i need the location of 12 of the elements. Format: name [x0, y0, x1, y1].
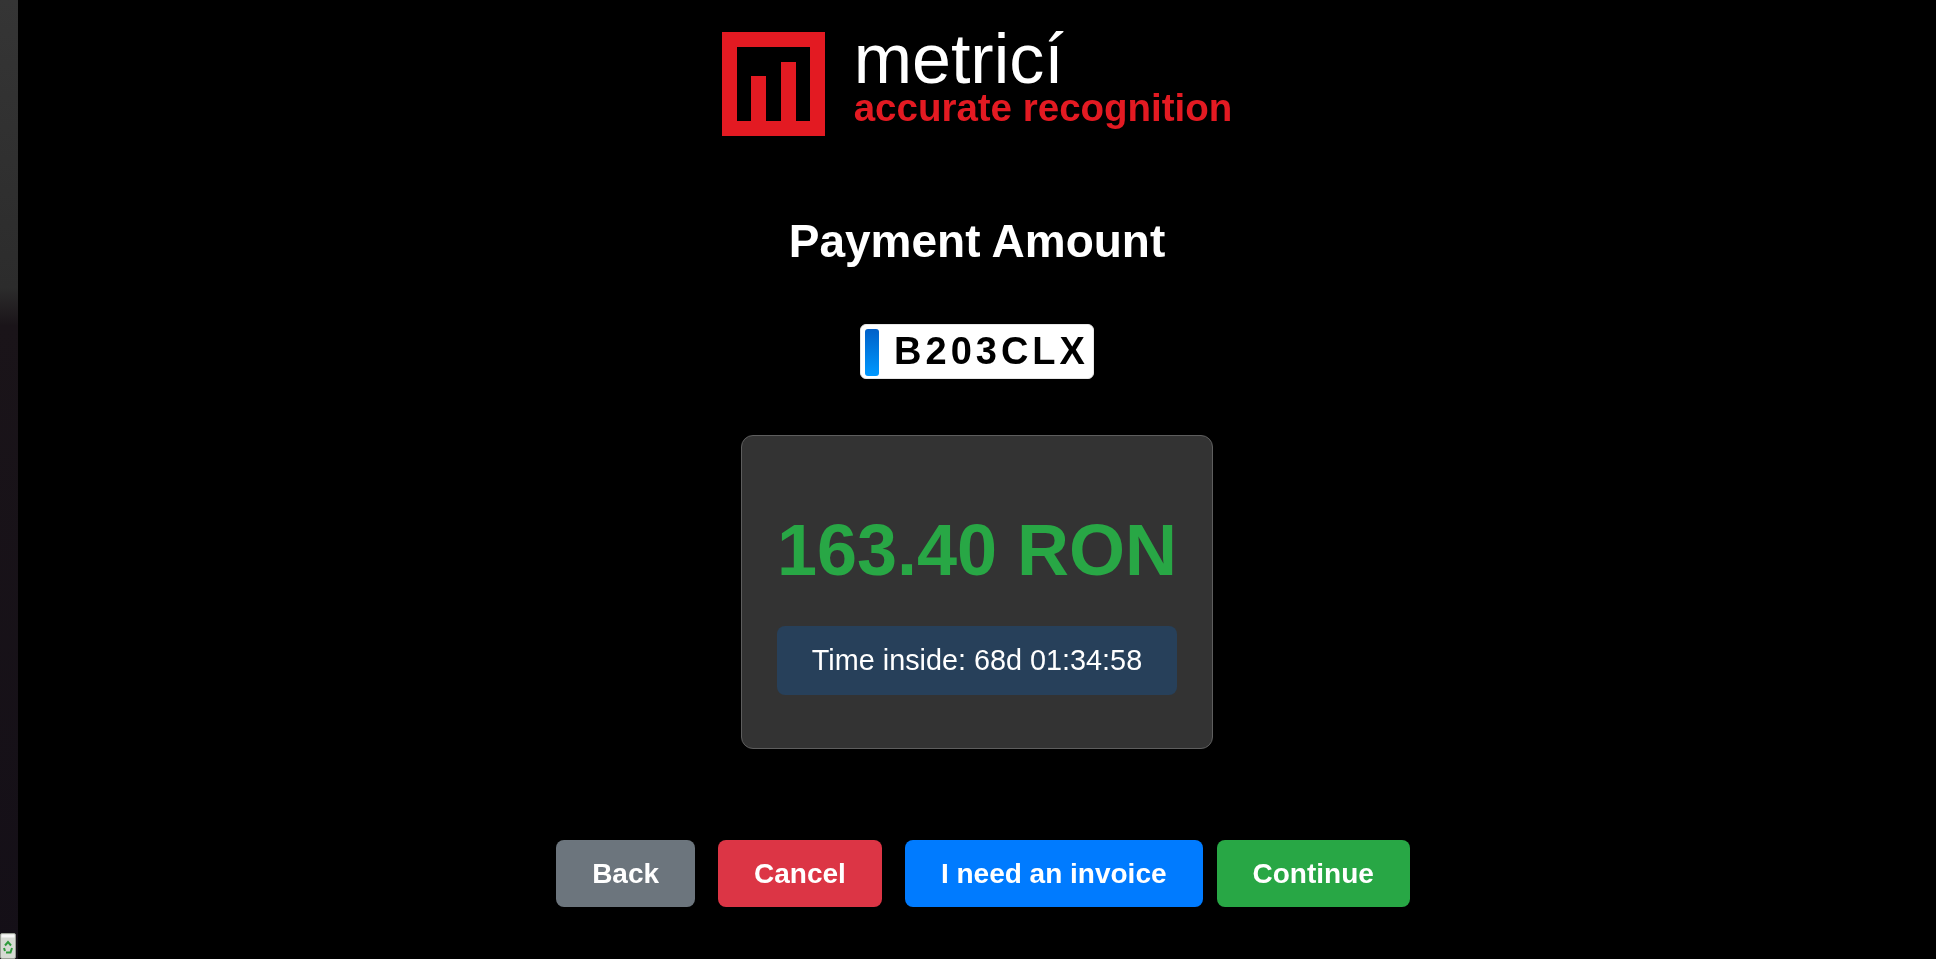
time-inside-info: Time inside: 68d 01:34:58	[776, 626, 1178, 695]
logo-wordmark: metricí	[853, 28, 1064, 90]
recycle-icon[interactable]	[0, 933, 16, 959]
logo-icon	[721, 32, 825, 136]
plate-band-icon	[865, 329, 880, 376]
back-button[interactable]: Back	[556, 840, 696, 907]
payment-amount: 163.40 RON	[776, 509, 1178, 592]
cancel-button[interactable]: Cancel	[718, 840, 882, 907]
continue-button[interactable]: Continue	[1216, 840, 1410, 907]
plate-number: B203CLX	[894, 331, 1089, 371]
invoice-button[interactable]: I need an invoice	[904, 840, 1203, 907]
page-title: Payment Amount	[788, 214, 1166, 269]
